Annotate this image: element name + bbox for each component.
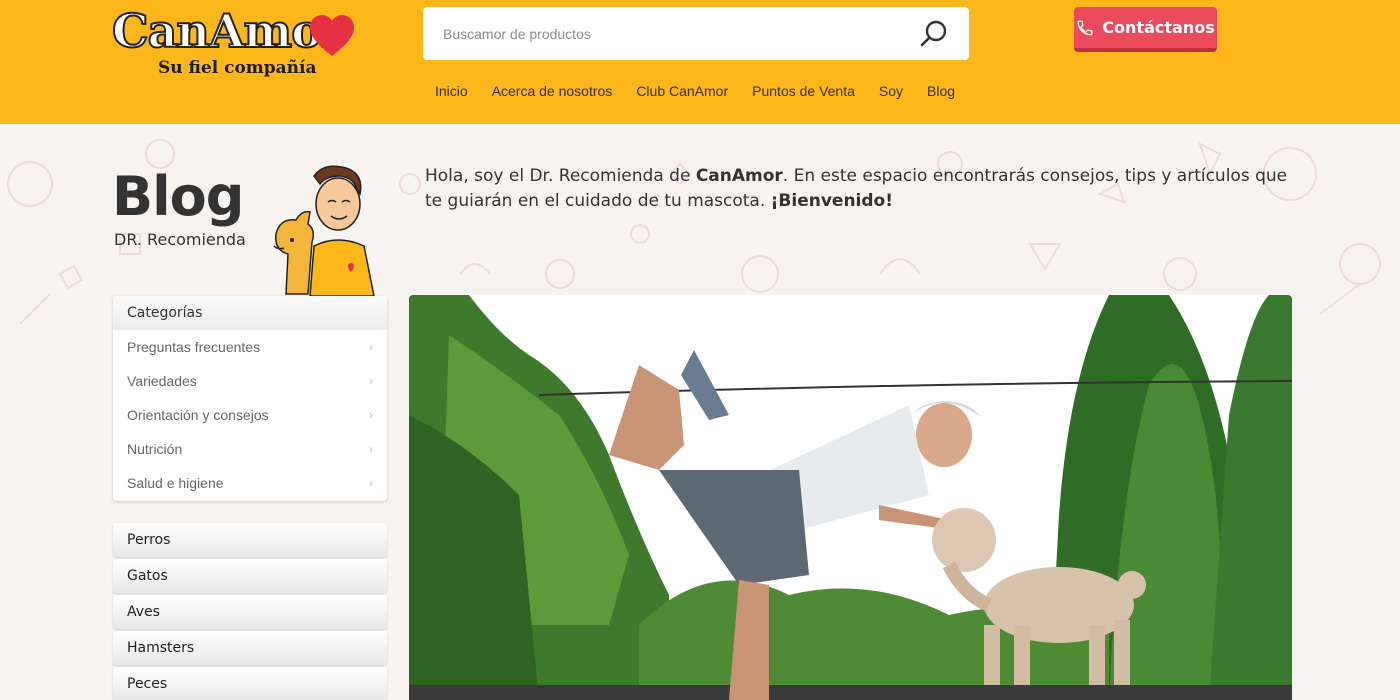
category-item[interactable]: Orientación y consejos › — [113, 398, 387, 432]
category-item[interactable]: Nutrición › — [113, 432, 387, 466]
chevron-right-icon: › — [369, 340, 373, 354]
site-logo[interactable]: CanAmor Su fiel compañía — [111, 3, 392, 78]
page-title: Blog — [112, 165, 244, 228]
intro-text: Hola, soy el Dr. Recomienda de CanAmor. … — [425, 166, 1288, 211]
animal-item-hamsters[interactable]: Hamsters — [113, 631, 387, 665]
category-item[interactable]: Preguntas frecuentes › — [113, 330, 387, 364]
nav-puntos-venta[interactable]: Puntos de Venta — [740, 82, 867, 100]
logo-tagline: Su fiel compañía — [158, 58, 317, 78]
animal-item-gatos[interactable]: Gatos — [113, 559, 387, 593]
category-item[interactable]: Salud e higiene › — [113, 466, 387, 500]
search-icon[interactable] — [919, 19, 949, 49]
phone-icon — [1077, 20, 1093, 35]
heart-icon — [310, 15, 354, 56]
contact-button-label: Contáctanos — [1102, 18, 1215, 37]
animal-item-aves[interactable]: Aves — [113, 595, 387, 629]
animal-categories: Perros Gatos Aves Hamsters Peces — [113, 523, 387, 700]
categories-panel: Categorías Preguntas frecuentes › Varieda… — [113, 296, 387, 501]
nav-club[interactable]: Club CanAmor — [624, 82, 740, 100]
site-header: CanAmor Su fiel compañía Contáctanos Ini… — [0, 0, 1400, 124]
nav-acerca[interactable]: Acerca de nosotros — [480, 82, 625, 100]
animal-item-perros[interactable]: Perros — [113, 523, 387, 557]
animal-item-peces[interactable]: Peces — [113, 667, 387, 700]
search-bar — [423, 7, 969, 60]
chevron-right-icon: › — [369, 476, 373, 490]
page-subtitle: DR. Recomienda — [114, 230, 246, 249]
nav-soy[interactable]: Soy — [867, 82, 915, 100]
contact-button[interactable]: Contáctanos — [1074, 7, 1217, 52]
categories-title: Categorías — [113, 296, 387, 330]
nav-inicio[interactable]: Inicio — [423, 82, 480, 100]
search-input[interactable] — [443, 7, 903, 60]
featured-photo[interactable] — [409, 295, 1292, 700]
intro-welcome: ¡Bienvenido! — [770, 191, 893, 211]
category-item[interactable]: Variedades › — [113, 364, 387, 398]
chevron-right-icon: › — [369, 408, 373, 422]
chevron-right-icon: › — [369, 442, 373, 456]
nav-blog[interactable]: Blog — [915, 82, 967, 100]
intro-brand: CanAmor — [695, 166, 783, 186]
chevron-right-icon: › — [369, 374, 373, 388]
doctor-mascot-illustration — [273, 165, 375, 296]
main-nav: Inicio Acerca de nosotros Club CanAmor P… — [423, 82, 967, 100]
